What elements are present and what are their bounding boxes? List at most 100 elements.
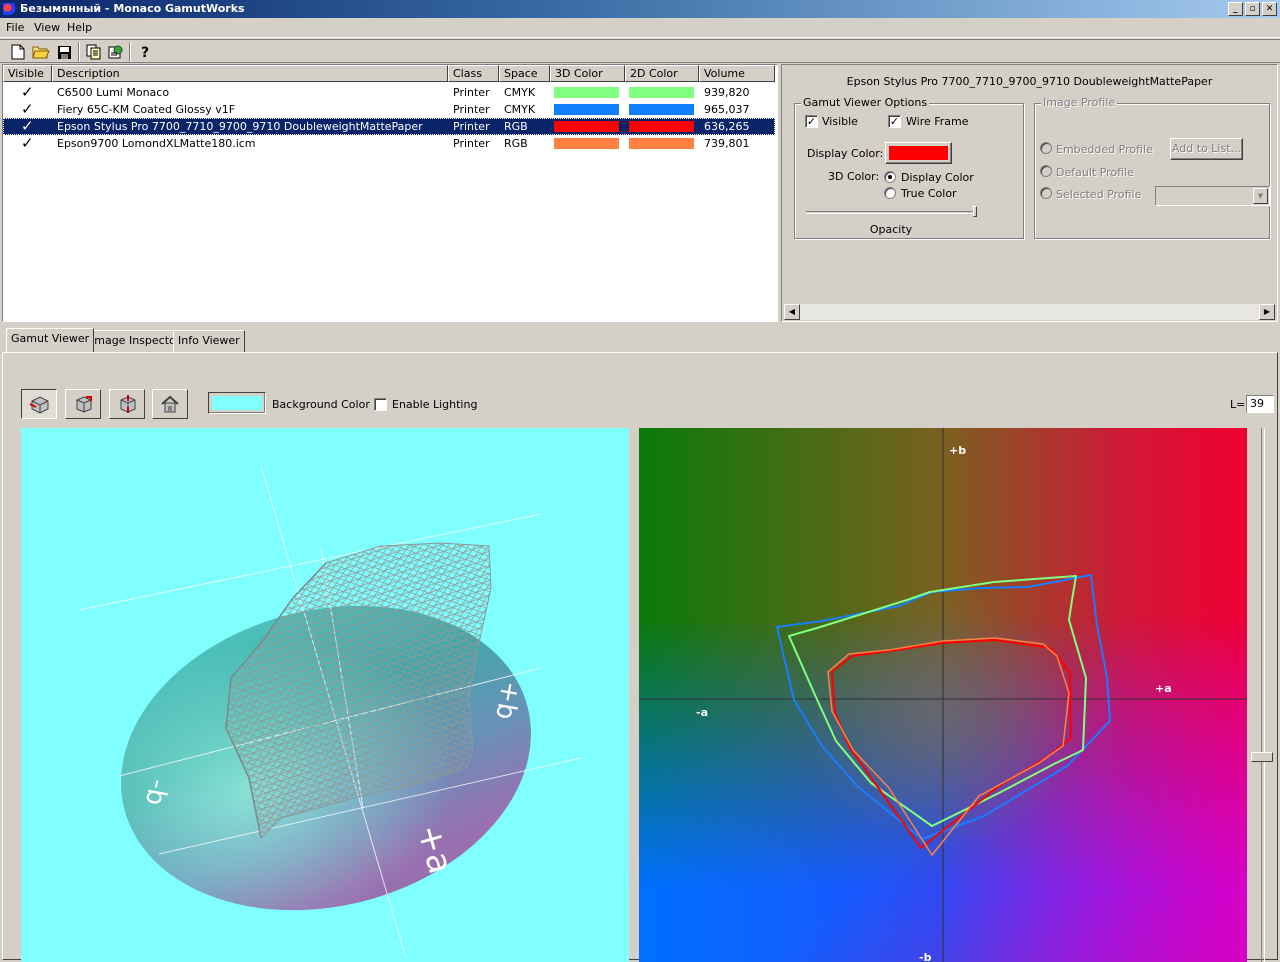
col-class[interactable]: Class [448, 65, 499, 82]
chevron-down-icon[interactable]: ▼ [1253, 188, 1268, 204]
selected-profile-radio[interactable] [1040, 187, 1052, 199]
row-3d-color-swatch[interactable] [554, 138, 619, 149]
selected-profile-label: Selected Profile [1056, 188, 1142, 201]
display-color-swatch [889, 146, 948, 160]
3d-color-label: 3D Color: [828, 170, 880, 183]
menu-file[interactable]: File [6, 21, 24, 34]
details-scrollbar[interactable]: ◀ ▶ [784, 304, 1275, 320]
row-2d-color-swatch[interactable] [629, 138, 694, 149]
col-3d-color[interactable]: 3D Color [550, 65, 625, 82]
default-profile-label: Default Profile [1056, 166, 1134, 179]
row-2d-color-swatch[interactable] [629, 121, 694, 132]
table-row[interactable]: ✓ Fiery 65C-KM Coated Glossy v1F Printer CM… [3, 101, 775, 118]
add-to-list-button[interactable]: Add to List... [1170, 138, 1243, 160]
row-3d-color-swatch[interactable] [554, 104, 619, 115]
tab-gamut-viewer[interactable]: Gamut Viewer [6, 328, 95, 352]
scroll-left-icon[interactable]: ◀ [784, 304, 800, 320]
l-slider-track [1261, 428, 1265, 962]
cube-view-icon [29, 396, 49, 414]
new-file-button[interactable] [8, 42, 28, 62]
l-value-input[interactable]: 39 [1246, 395, 1274, 413]
open-button[interactable] [31, 42, 51, 62]
cube-view-button[interactable] [21, 389, 57, 419]
help-icon: ? [141, 45, 149, 60]
visible-check-icon[interactable]: ✓ [21, 102, 34, 117]
visible-checkbox[interactable]: ✓ [805, 115, 818, 128]
toolbar-separator [129, 42, 131, 62]
profile-list: Visible Description Class Space 3D Color… [2, 64, 778, 322]
wireframe-checkbox[interactable]: ✓ [888, 115, 901, 128]
true-color-radio[interactable] [884, 187, 896, 199]
opacity-slider-thumb[interactable] [973, 206, 977, 217]
l-slider[interactable] [1251, 428, 1275, 962]
scroll-right-icon[interactable]: ▶ [1259, 304, 1275, 320]
help-button[interactable]: ? [135, 42, 155, 62]
visible-check-icon[interactable]: ✓ [21, 119, 34, 134]
gamut-2d-canvas: +b -b -a +a [639, 428, 1247, 962]
row-volume: 636,265 [704, 120, 750, 133]
save-disk-icon [57, 45, 71, 59]
background-color-swatch [212, 396, 262, 410]
home-view-button[interactable] [152, 389, 188, 419]
copy-icon [86, 44, 101, 60]
axis-2d-minus-b: -b [919, 951, 932, 962]
enable-lighting-checkbox[interactable] [374, 398, 387, 411]
l-slider-thumb[interactable] [1251, 752, 1273, 762]
background-color-button[interactable] [208, 392, 266, 414]
row-2d-color-swatch[interactable] [629, 87, 694, 98]
col-2d-color[interactable]: 2D Color [625, 65, 699, 82]
axis-2d-minus-a: -a [696, 706, 708, 719]
visible-check-icon[interactable]: ✓ [21, 136, 34, 151]
tab-image-inspector[interactable]: Image Inspector [86, 330, 186, 352]
home-view-icon [161, 395, 179, 413]
gamut-3d-canvas: -b +b +a [78, 465, 582, 959]
display-color-label: Display Color: [807, 147, 884, 160]
row-space: CMYK [504, 86, 536, 99]
col-volume[interactable]: Volume [699, 65, 775, 82]
row-2d-color-swatch[interactable] [629, 104, 694, 115]
default-profile-radio[interactable] [1040, 165, 1052, 177]
selected-profile-dropdown[interactable]: ▼ [1155, 186, 1270, 206]
copy-button[interactable] [84, 42, 104, 62]
row-3d-color-swatch[interactable] [554, 121, 619, 132]
menu-help[interactable]: Help [67, 21, 92, 34]
cube-rotate-icon [76, 396, 92, 413]
save-button[interactable] [54, 42, 74, 62]
new-file-icon [11, 44, 25, 60]
table-row[interactable]: ✓ C6500 Lumi Monaco Printer CMYK 939,820 [3, 84, 775, 101]
cube-rotate-button[interactable] [65, 389, 101, 419]
gamut-3d-view[interactable]: -b +b +a [21, 428, 629, 962]
cube-zoom-icon [120, 395, 136, 413]
axis-label-minus-b: -b [139, 777, 173, 808]
display-color-button[interactable] [885, 142, 952, 164]
tab-info-viewer[interactable]: Info Viewer [173, 330, 245, 352]
menu-view[interactable]: View [34, 21, 60, 34]
app-icon [3, 3, 16, 15]
restore-button[interactable]: ▫ [1245, 2, 1260, 16]
col-space[interactable]: Space [499, 65, 550, 82]
table-row[interactable]: ✓ Epson9700 LomondXLMatte180.icm Printer RG… [3, 135, 775, 152]
gamut-2d-view[interactable]: +b -b -a +a [639, 428, 1247, 962]
profile-details-pane: Epson Stylus Pro 7700_7710_9700_9710 Dou… [781, 64, 1278, 322]
true-color-radio-label: True Color [901, 187, 957, 200]
properties-button[interactable] [106, 42, 126, 62]
row-3d-color-swatch[interactable] [554, 87, 619, 98]
image-profile-label: Image Profile [1041, 96, 1118, 109]
row-description: C6500 Lumi Monaco [57, 86, 170, 99]
row-description: Epson9700 LomondXLMatte180.icm [57, 137, 256, 150]
col-visible[interactable]: Visible [3, 65, 52, 82]
row-class: Printer [453, 120, 490, 133]
open-folder-icon [32, 46, 50, 59]
row-space: RGB [504, 120, 528, 133]
display-color-radio[interactable] [884, 171, 896, 183]
col-description[interactable]: Description [52, 65, 448, 82]
row-class: Printer [453, 86, 490, 99]
background-color-label: Background Color [272, 398, 370, 411]
visible-check-icon[interactable]: ✓ [21, 85, 34, 100]
table-row[interactable]: ✓ Epson Stylus Pro 7700_7710_9700_9710 Do… [3, 118, 775, 135]
close-button[interactable]: ✕ [1262, 2, 1277, 16]
minimize-button[interactable]: _ [1228, 2, 1243, 16]
embedded-profile-radio[interactable] [1040, 142, 1052, 154]
cube-zoom-button[interactable] [109, 389, 145, 419]
row-volume: 939,820 [704, 86, 750, 99]
